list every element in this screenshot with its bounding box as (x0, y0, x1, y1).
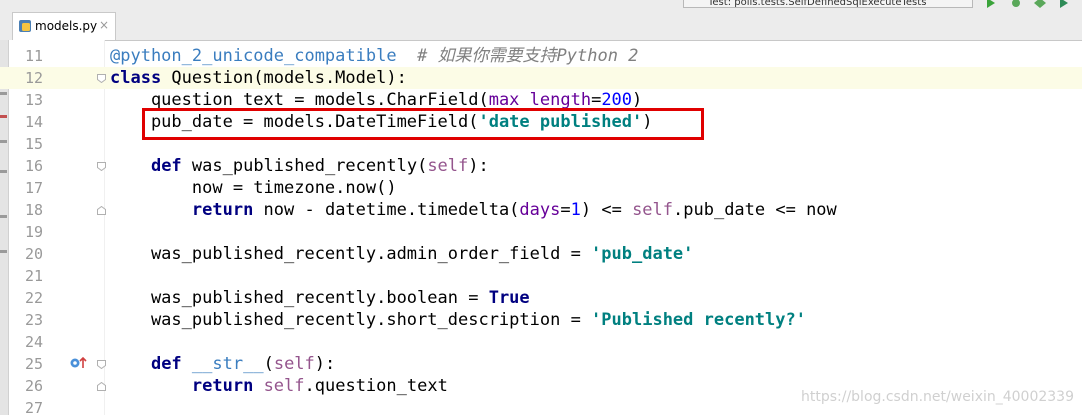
highlight-box (142, 108, 704, 140)
python-file-icon (19, 20, 31, 32)
line-number: 21 (24, 267, 43, 285)
fold-marker-icon[interactable] (97, 360, 106, 369)
line-number: 19 (24, 223, 43, 241)
line-number: 17 (24, 179, 43, 197)
watermark: https://blog.csdn.net/weixin_40002339 (800, 389, 1074, 405)
tab-label: models.py (35, 19, 98, 33)
code-line[interactable]: 24 (0, 331, 1082, 353)
editor-tab-bar: models.py × Test: polls.tests.SelfDefine… (0, 0, 1082, 41)
run-configuration-label: Test: polls.tests.SelfDefinedSqlExecuteT… (708, 0, 927, 8)
line-number: 13 (24, 91, 43, 109)
line-number: 18 (24, 201, 43, 219)
line-number: 16 (24, 157, 43, 175)
line-number: 24 (24, 333, 43, 351)
fold-end-icon[interactable] (97, 206, 106, 215)
code-line[interactable]: 19 (0, 221, 1082, 243)
fold-marker-icon[interactable] (97, 74, 106, 83)
line-number: 22 (24, 289, 43, 307)
code-line[interactable]: 23 was_published_recently.short_descript… (0, 309, 1082, 331)
line-number: 23 (24, 311, 43, 329)
code-editor[interactable]: 11 @python_2_unicode_compatible # 如果你需要支持… (0, 40, 1082, 417)
code-text[interactable]: def __str__(self): (110, 353, 335, 375)
code-line[interactable]: 22 was_published_recently.boolean = True (0, 287, 1082, 309)
code-text[interactable]: was_published_recently.short_description… (110, 309, 806, 331)
code-text[interactable]: @python_2_unicode_compatible # 如果你需要支持Py… (110, 45, 638, 67)
code-text[interactable]: return now - datetime.timedelta(days=1) … (110, 199, 837, 221)
profile-icon[interactable] (1058, 0, 1070, 8)
line-number: 25 (24, 355, 43, 373)
code-text[interactable]: now = timezone.now() (110, 177, 397, 199)
code-text[interactable]: was_published_recently.boolean = True (110, 287, 530, 309)
run-configuration-select[interactable]: Test: polls.tests.SelfDefinedSqlExecuteT… (683, 0, 973, 8)
line-number: 14 (24, 113, 43, 131)
code-line[interactable]: 20 was_published_recently.admin_order_fi… (0, 243, 1082, 265)
line-number: 15 (24, 135, 43, 153)
code-line[interactable]: 18 return now - datetime.timedelta(days=… (0, 199, 1082, 221)
line-number: 27 (24, 399, 43, 417)
line-number: 12 (24, 69, 43, 87)
code-line[interactable]: 16 def was_published_recently(self): (0, 155, 1082, 177)
line-number: 26 (24, 377, 43, 395)
fold-marker-icon[interactable] (97, 162, 106, 171)
code-line[interactable]: 25 def __str__(self): (0, 353, 1082, 375)
run-icon[interactable] (985, 0, 997, 8)
code-line[interactable]: 21 (0, 265, 1082, 287)
code-text[interactable]: was_published_recently.admin_order_field… (110, 243, 693, 265)
code-line[interactable]: 11 @python_2_unicode_compatible # 如果你需要支持… (0, 45, 1082, 67)
code-text[interactable]: class Question(models.Model): (110, 67, 407, 89)
line-number: 20 (24, 245, 43, 263)
code-line[interactable]: 17 now = timezone.now() (0, 177, 1082, 199)
code-text[interactable]: def was_published_recently(self): (110, 155, 489, 177)
line-number: 11 (24, 47, 43, 65)
tab-models-py[interactable]: models.py × (12, 12, 116, 40)
debug-icon[interactable] (1010, 0, 1022, 8)
fold-end-icon[interactable] (97, 382, 106, 391)
override-method-icon[interactable] (70, 355, 88, 369)
tab-close-icon[interactable]: × (99, 18, 109, 32)
code-line[interactable]: 12 class Question(models.Model): (0, 67, 1082, 89)
code-text[interactable]: return self.question_text (110, 375, 448, 397)
coverage-icon[interactable] (1034, 0, 1046, 8)
